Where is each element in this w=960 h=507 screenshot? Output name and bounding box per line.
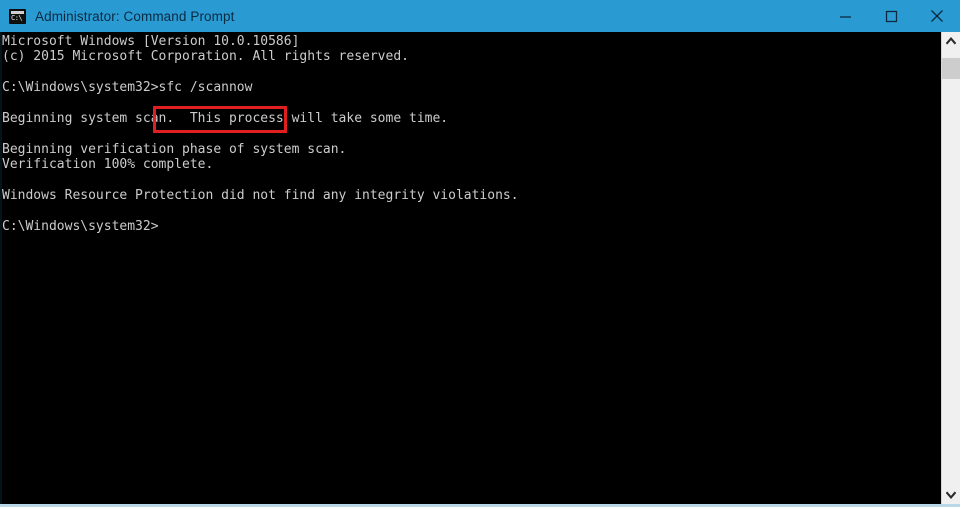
command-prompt-window: Administrator: Command Prompt Microsoft … [0,0,960,507]
close-button[interactable] [914,0,960,32]
console-text: Microsoft Windows [Version 10.0.10586] (… [2,34,519,234]
minimize-button[interactable] [822,0,868,32]
scroll-down-button[interactable] [942,486,960,504]
close-icon [931,10,943,22]
chevron-up-icon [946,37,956,45]
title-bar[interactable]: Administrator: Command Prompt [0,0,960,32]
scroll-thumb[interactable] [942,58,960,79]
window-left-edge [0,32,2,504]
maximize-button[interactable] [868,0,914,32]
window-title: Administrator: Command Prompt [35,8,235,24]
console-output-area[interactable]: Microsoft Windows [Version 10.0.10586] (… [0,32,941,504]
chevron-down-icon [946,491,956,499]
maximize-icon [885,10,897,22]
scroll-up-button[interactable] [942,32,960,50]
title-bar-left: Administrator: Command Prompt [0,8,822,24]
console-scrollbar[interactable] [941,32,960,504]
minimize-icon [839,15,851,18]
command-prompt-icon[interactable] [9,8,26,24]
